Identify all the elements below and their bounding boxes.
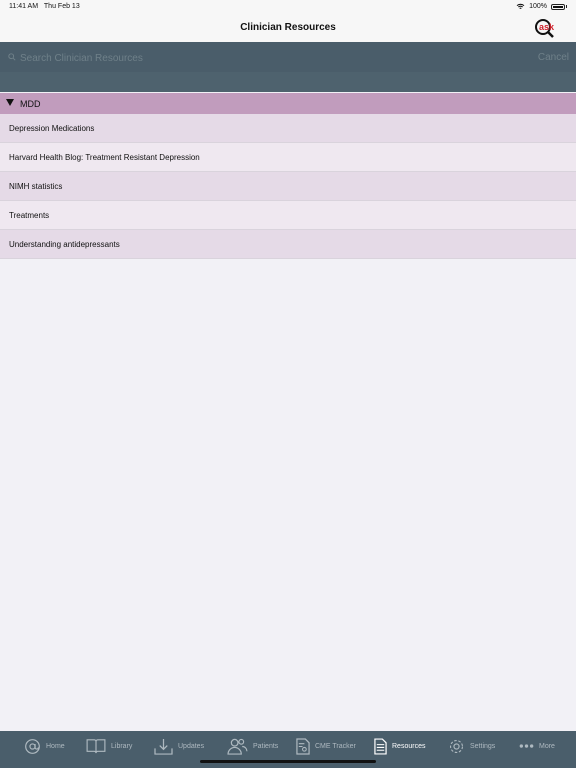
document-icon xyxy=(374,737,387,755)
cancel-button[interactable]: Cancel xyxy=(538,52,569,63)
section-label: MDD xyxy=(20,99,41,109)
list-item-label: Depression Medications xyxy=(9,124,95,133)
tab-more[interactable]: More xyxy=(519,731,555,761)
tab-label: Library xyxy=(111,742,133,750)
tab-updates[interactable]: Updates xyxy=(154,731,204,761)
tab-patients[interactable]: Patients xyxy=(227,731,278,761)
list-item-label: Harvard Health Blog: Treatment Resistant… xyxy=(9,153,200,162)
ask-logo-icon[interactable]: ask xyxy=(532,17,564,39)
gear-icon xyxy=(449,739,464,753)
search-sub-bar xyxy=(0,72,576,92)
tab-label: Resources xyxy=(392,742,426,750)
list-item-label: Treatments xyxy=(9,211,50,220)
ask-logo-text: ask xyxy=(539,22,555,32)
tab-cme-tracker[interactable]: CME Tracker xyxy=(296,731,356,761)
status-bar: 11:41 AM Thu Feb 13 100% xyxy=(0,0,576,14)
people-icon xyxy=(227,738,248,755)
status-time: 11:41 AM Thu Feb 13 xyxy=(9,3,80,10)
list-item[interactable]: Treatments xyxy=(0,201,576,230)
download-icon xyxy=(154,738,173,755)
search-bar: Cancel xyxy=(0,42,576,72)
tab-resources[interactable]: Resources xyxy=(374,731,425,761)
page-title: Clinician Resources xyxy=(240,22,336,33)
list-item[interactable]: Depression Medications xyxy=(0,114,576,143)
at-icon xyxy=(25,738,40,754)
more-dots-icon xyxy=(519,744,534,748)
list-item[interactable]: Harvard Health Blog: Treatment Resistant… xyxy=(0,143,576,172)
battery-percent: 100% xyxy=(529,3,547,10)
tab-label: Patients xyxy=(253,742,279,750)
tab-label: Settings xyxy=(470,742,496,750)
home-indicator[interactable] xyxy=(200,760,376,763)
search-input[interactable] xyxy=(20,51,520,65)
tab-label: Updates xyxy=(178,742,205,750)
list-item-label: NIMH statistics xyxy=(9,182,63,191)
book-icon xyxy=(86,739,106,754)
disclosure-triangle-icon xyxy=(6,99,14,106)
tab-label: Home xyxy=(46,742,65,750)
status-right: 100% xyxy=(516,3,567,10)
tab-label: More xyxy=(539,742,555,750)
list-item-label: Understanding antidepressants xyxy=(9,240,120,249)
resource-list: Depression Medications Harvard Health Bl… xyxy=(0,114,576,259)
battery-icon xyxy=(551,3,565,10)
tab-settings[interactable]: Settings xyxy=(448,731,495,761)
list-item[interactable]: NIMH statistics xyxy=(0,172,576,201)
list-item[interactable]: Understanding antidepressants xyxy=(0,230,576,259)
section-header-mdd[interactable]: MDD xyxy=(0,93,576,114)
wifi-icon xyxy=(516,3,525,9)
navigation-bar: Clinician Resources ask xyxy=(0,14,576,42)
tab-library[interactable]: Library xyxy=(86,731,132,761)
certificate-icon xyxy=(296,737,310,755)
search-icon xyxy=(8,53,16,61)
tab-label: CME Tracker xyxy=(315,742,356,750)
tab-home[interactable]: Home xyxy=(24,731,65,761)
